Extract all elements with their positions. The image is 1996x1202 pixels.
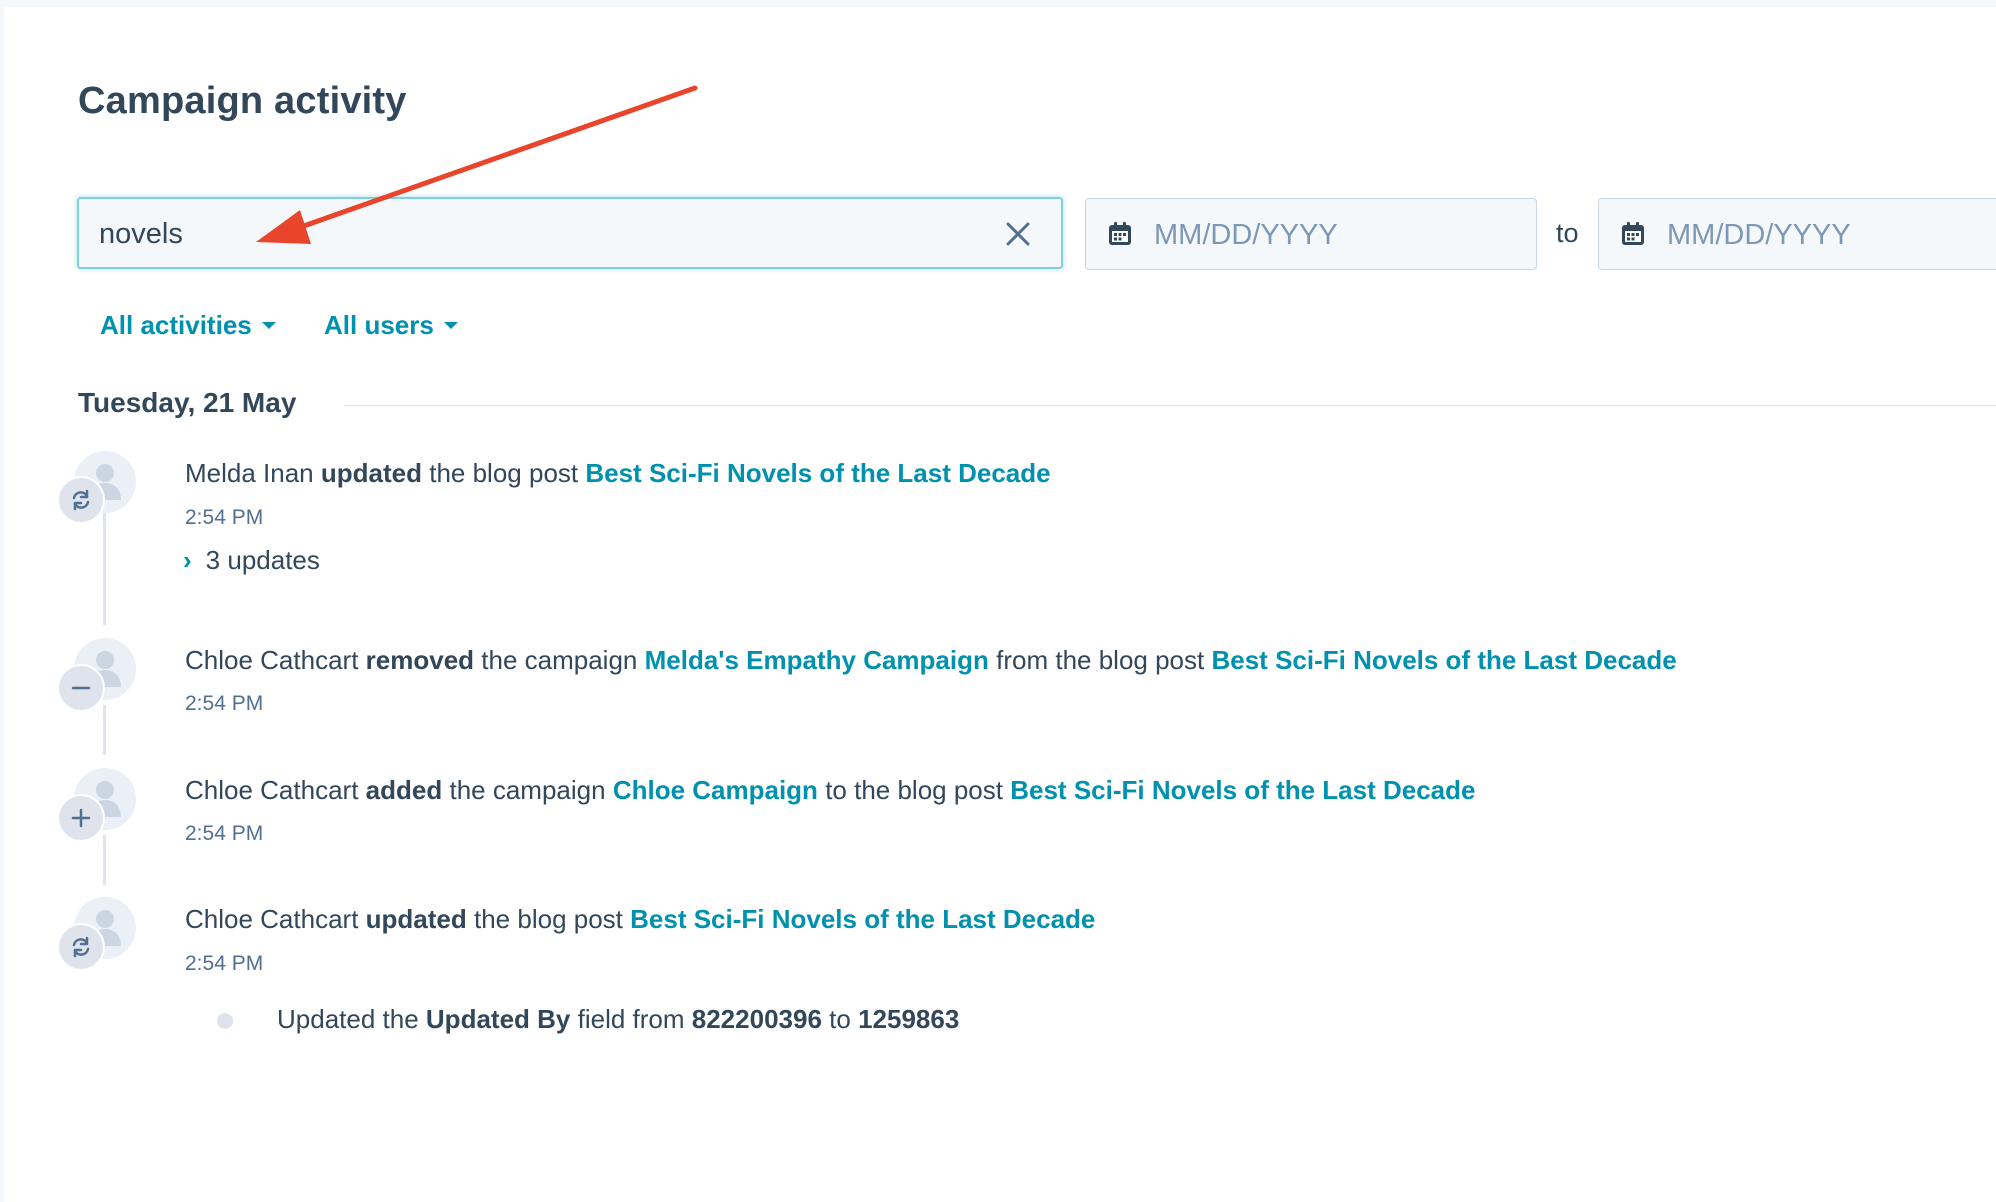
activity-type-filter-label: All activities	[100, 310, 252, 340]
caret-down-icon	[261, 321, 276, 329]
timeline-connector	[103, 835, 106, 885]
campaign-link[interactable]: Chloe Campaign	[613, 775, 818, 805]
activity-description: Chloe Cathcart added the campaign Chloe …	[185, 775, 1475, 806]
blog-post-link[interactable]: Best Sci-Fi Novels of the Last Decade	[585, 458, 1050, 488]
activity-description: Chloe Cathcart removed the campaign Meld…	[185, 645, 1677, 676]
update-detail: Updated the Updated By field from 822200…	[277, 1004, 959, 1035]
updates-count: 3 updates	[205, 545, 320, 575]
clear-icon[interactable]	[1005, 221, 1031, 247]
search-input[interactable]	[97, 199, 1001, 269]
detail-text: Updated the	[277, 1004, 419, 1034]
detail-text: to	[829, 1004, 851, 1034]
blog-post-link[interactable]: Best Sci-Fi Novels of the Last Decade	[1010, 775, 1475, 805]
plus-icon	[71, 808, 91, 828]
activity-type-badge	[57, 476, 105, 524]
blog-post-link[interactable]: Best Sci-Fi Novels of the Last Decade	[1211, 645, 1676, 675]
user-filter[interactable]: All users	[324, 310, 458, 341]
activity-verb: updated	[320, 458, 422, 488]
activity-type-filter[interactable]: All activities	[100, 310, 276, 341]
date-range-separator: to	[1556, 218, 1579, 248]
activity-type-badge	[57, 794, 105, 842]
activity-text: from the blog post	[996, 645, 1205, 675]
actor-name: Melda Inan	[185, 458, 314, 488]
detail-old-value: 822200396	[691, 1004, 822, 1034]
detail-text: field from	[577, 1004, 685, 1034]
blog-post-link[interactable]: Best Sci-Fi Novels of the Last Decade	[630, 904, 1095, 934]
refresh-icon	[72, 936, 90, 958]
user-filter-label: All users	[324, 310, 434, 340]
activity-text: the blog post	[429, 458, 579, 488]
detail-new-value: 1259863	[858, 1004, 960, 1034]
actor-name: Chloe Cathcart	[185, 645, 359, 675]
activity-description: Chloe Cathcart updated the blog post Bes…	[185, 904, 1095, 935]
calendar-icon	[1109, 222, 1131, 245]
day-divider	[345, 405, 1996, 406]
activity-type-badge	[57, 664, 105, 712]
updates-expander[interactable]: › 3 updates	[183, 545, 320, 576]
activity-verb: added	[365, 775, 443, 805]
activity-text: the campaign	[481, 645, 638, 675]
activity-type-badge	[57, 923, 105, 971]
activity-time: 2:54 PM	[185, 506, 264, 529]
calendar-icon	[1622, 222, 1644, 245]
refresh-icon	[72, 489, 90, 511]
activity-text: the campaign	[449, 775, 606, 805]
date-from-field[interactable]	[1085, 198, 1537, 271]
page-title: Campaign activity	[78, 80, 407, 122]
activity-description: Melda Inan updated the blog post Best Sc…	[185, 458, 1051, 489]
activity-text: to the blog post	[825, 775, 1003, 805]
search-field[interactable]	[77, 197, 1063, 269]
date-from-input[interactable]	[1152, 199, 1476, 271]
activity-time: 2:54 PM	[185, 692, 264, 715]
chevron-right-icon: ›	[183, 545, 192, 575]
timeline-connector	[103, 705, 106, 755]
date-to-field[interactable]	[1598, 198, 1996, 271]
detail-field-name: Updated By	[425, 1004, 571, 1034]
activity-time: 2:54 PM	[185, 952, 264, 975]
campaign-link[interactable]: Melda's Empathy Campaign	[645, 645, 989, 675]
minus-icon	[71, 686, 91, 690]
detail-bullet	[217, 1013, 233, 1029]
day-heading: Tuesday, 21 May	[78, 387, 297, 418]
activity-time: 2:54 PM	[185, 822, 264, 845]
activity-verb: updated	[365, 904, 467, 934]
activity-verb: removed	[365, 645, 475, 675]
actor-name: Chloe Cathcart	[185, 775, 359, 805]
timeline-connector	[103, 510, 106, 625]
actor-name: Chloe Cathcart	[185, 904, 359, 934]
activity-text: the blog post	[474, 904, 623, 934]
date-to-input[interactable]	[1665, 199, 1989, 271]
caret-down-icon	[443, 321, 458, 329]
